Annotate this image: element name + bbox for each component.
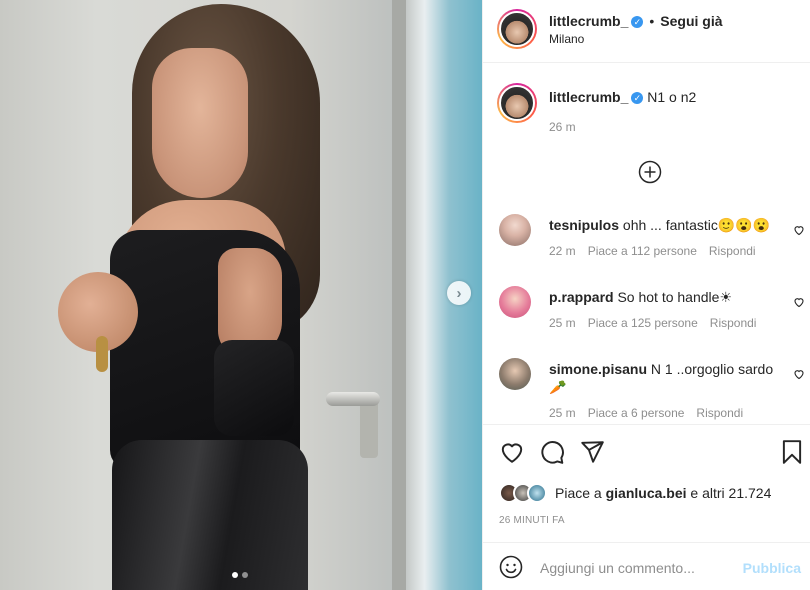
commenter-avatar[interactable] (499, 214, 531, 246)
reply-button[interactable]: Rispondi (710, 316, 757, 330)
caption-username[interactable]: littlecrumb_ (549, 89, 628, 105)
comment-time[interactable]: 22 m (549, 244, 576, 258)
carousel-dots (232, 572, 248, 578)
caption-text: N1 o n2 (647, 89, 697, 105)
chevron-right-icon: › (456, 284, 462, 302)
comments-list[interactable]: littlecrumb_ ✓ N1 o n2 26 m tesnipulos oh… (483, 64, 810, 424)
following-button[interactable]: Segui già (660, 13, 722, 29)
comment-likes[interactable]: Piace a 112 persone (588, 244, 697, 258)
carousel-dot-1 (232, 572, 238, 578)
comment-input[interactable]: Aggiungi un commento... (540, 560, 695, 576)
plus-circle-icon[interactable] (638, 160, 662, 184)
caption-time[interactable]: 26 m (549, 120, 576, 134)
heart-icon[interactable] (793, 224, 805, 236)
comment-username[interactable]: tesnipulos (549, 217, 619, 233)
post-timestamp[interactable]: 26 MINUTI FA (499, 515, 565, 526)
comment-item: tesnipulos ohh ... fantastic🙂😮😮 22 m Pia… (549, 216, 779, 258)
caption: littlecrumb_ ✓ N1 o n2 26 m (549, 88, 789, 134)
comment-username[interactable]: simone.pisanu (549, 361, 647, 377)
author-username[interactable]: littlecrumb_ (549, 13, 628, 29)
post-photo[interactable]: › (0, 0, 482, 590)
reply-button[interactable]: Rispondi (696, 406, 743, 420)
likes-summary: Piace a gianluca.bei e altri 21.724 (499, 483, 771, 503)
commenter-avatar[interactable] (499, 286, 531, 318)
post-location[interactable]: Milano (549, 32, 584, 46)
post-header: littlecrumb_ ✓ • Segui già Milano (483, 0, 810, 63)
comment-username[interactable]: p.rappard (549, 289, 614, 305)
avatar (527, 483, 547, 503)
door-handle (326, 392, 380, 406)
add-comment-bar: Aggiungi un commento... Pubblica (483, 542, 810, 590)
comment-text: So hot to handle☀ (617, 289, 732, 305)
comment-likes[interactable]: Piace a 125 persone (588, 316, 698, 330)
next-photo-button[interactable]: › (447, 281, 471, 305)
reply-button[interactable]: Rispondi (709, 244, 756, 258)
heart-icon[interactable] (793, 368, 805, 380)
commenter-avatar[interactable] (499, 358, 531, 390)
caption-author-avatar[interactable] (497, 83, 537, 123)
comment-time[interactable]: 25 m (549, 316, 576, 330)
heart-icon[interactable] (499, 439, 525, 465)
heart-icon[interactable] (793, 296, 805, 308)
comment-item: p.rappard So hot to handle☀ 25 m Piace a… (549, 288, 779, 330)
post-actions: Piace a gianluca.bei e altri 21.724 26 M… (483, 424, 810, 542)
paper-plane-icon[interactable] (579, 439, 605, 465)
publish-button[interactable]: Pubblica (743, 560, 801, 576)
carousel-dot-2 (242, 572, 248, 578)
bookmark-icon[interactable] (779, 439, 805, 465)
comment-text: ohh ... fantastic🙂😮😮 (622, 217, 771, 233)
post-side-panel: littlecrumb_ ✓ • Segui già Milano littlecru… (482, 0, 810, 590)
comment-likes[interactable]: Piace a 6 persone (588, 406, 685, 420)
verified-badge-icon: ✓ (631, 16, 644, 29)
liker-username[interactable]: gianluca.bei (606, 485, 687, 501)
likes-count[interactable]: e altri 21.724 (687, 485, 771, 501)
liker-avatars[interactable] (499, 483, 547, 503)
smiley-icon[interactable] (499, 555, 523, 579)
author-avatar[interactable] (497, 9, 537, 49)
speech-bubble-icon[interactable] (539, 439, 565, 465)
verified-badge-icon: ✓ (631, 92, 644, 105)
comment-item: simone.pisanu N 1 ..orgoglio sardo 🥕 25 … (549, 360, 779, 420)
comment-time[interactable]: 25 m (549, 406, 576, 420)
